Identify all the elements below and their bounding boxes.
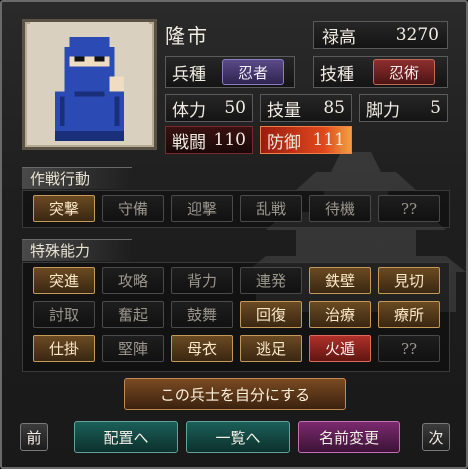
hp-stat: 体力 50 [165, 94, 253, 122]
attack-value: 110 [213, 130, 246, 150]
tactic-button-2[interactable]: 迎撃 [171, 195, 233, 222]
ability-button-6[interactable]: 討取 [33, 301, 95, 328]
make-own-unit-button[interactable]: この兵士を自分にする [124, 378, 346, 410]
troop-type-value: 忍者 [222, 59, 284, 85]
ability-button-5[interactable]: 見切 [378, 267, 440, 294]
ability-button-3[interactable]: 連発 [240, 267, 302, 294]
leg-stat: 脚力 5 [359, 94, 448, 122]
unit-status-window: 隆市 禄高 3270 兵種 忍者 技種 忍術 体力 50 技量 85 脚力 5 … [0, 0, 468, 469]
ability-button-2[interactable]: 背力 [171, 267, 233, 294]
ability-button-15[interactable]: 逃足 [240, 335, 302, 362]
ability-button-14[interactable]: 母衣 [171, 335, 233, 362]
ability-button-17[interactable]: ?? [378, 335, 440, 362]
skill-label: 技量 [267, 100, 301, 121]
technique-type-label: 技種 [320, 64, 354, 85]
technique-type-value: 忍術 [373, 59, 435, 85]
leg-label: 脚力 [366, 100, 400, 121]
deploy-button[interactable]: 配置へ [74, 421, 178, 453]
hp-label: 体力 [172, 100, 206, 121]
ability-button-16[interactable]: 火遁 [309, 335, 371, 362]
ability-button-12[interactable]: 仕掛 [33, 335, 95, 362]
next-button[interactable]: 次 [422, 423, 450, 451]
attack-stat: 戦闘 110 [165, 126, 253, 154]
abilities-title: 特殊能力 [22, 239, 132, 261]
defense-stat: 防御 111 [260, 126, 352, 154]
tactics-title: 作戦行動 [22, 167, 132, 189]
unit-portrait [22, 19, 157, 150]
ability-button-4[interactable]: 鉄壁 [309, 267, 371, 294]
attack-label: 戦闘 [172, 132, 206, 153]
ability-button-11[interactable]: 療所 [378, 301, 440, 328]
unit-name: 隆市 [165, 24, 209, 48]
troop-type-label: 兵種 [172, 64, 206, 85]
skill-stat: 技量 85 [260, 94, 352, 122]
ability-button-0[interactable]: 突進 [33, 267, 95, 294]
hp-value: 50 [224, 98, 246, 118]
list-button[interactable]: 一覧へ [186, 421, 290, 453]
prev-button[interactable]: 前 [20, 423, 48, 451]
ability-button-13[interactable]: 堅陣 [102, 335, 164, 362]
stipend-value: 3270 [395, 25, 439, 45]
stipend-box: 禄高 3270 [313, 21, 448, 49]
defense-label: 防御 [267, 132, 301, 153]
ability-button-10[interactable]: 治療 [309, 301, 371, 328]
leg-value: 5 [430, 98, 441, 118]
tactic-button-0[interactable]: 突撃 [33, 195, 95, 222]
tactic-button-4[interactable]: 待機 [309, 195, 371, 222]
ability-button-9[interactable]: 回復 [240, 301, 302, 328]
tactic-button-1[interactable]: 守備 [102, 195, 164, 222]
skill-value: 85 [323, 98, 345, 118]
defense-value: 111 [312, 130, 345, 150]
ninja-portrait-icon [30, 22, 149, 141]
ability-button-8[interactable]: 鼓舞 [171, 301, 233, 328]
ability-button-7[interactable]: 奮起 [102, 301, 164, 328]
ability-button-1[interactable]: 攻略 [102, 267, 164, 294]
rename-button[interactable]: 名前変更 [298, 421, 400, 453]
tactic-button-3[interactable]: 乱戦 [240, 195, 302, 222]
tactic-button-5[interactable]: ?? [378, 195, 440, 222]
stipend-label: 禄高 [322, 27, 356, 48]
